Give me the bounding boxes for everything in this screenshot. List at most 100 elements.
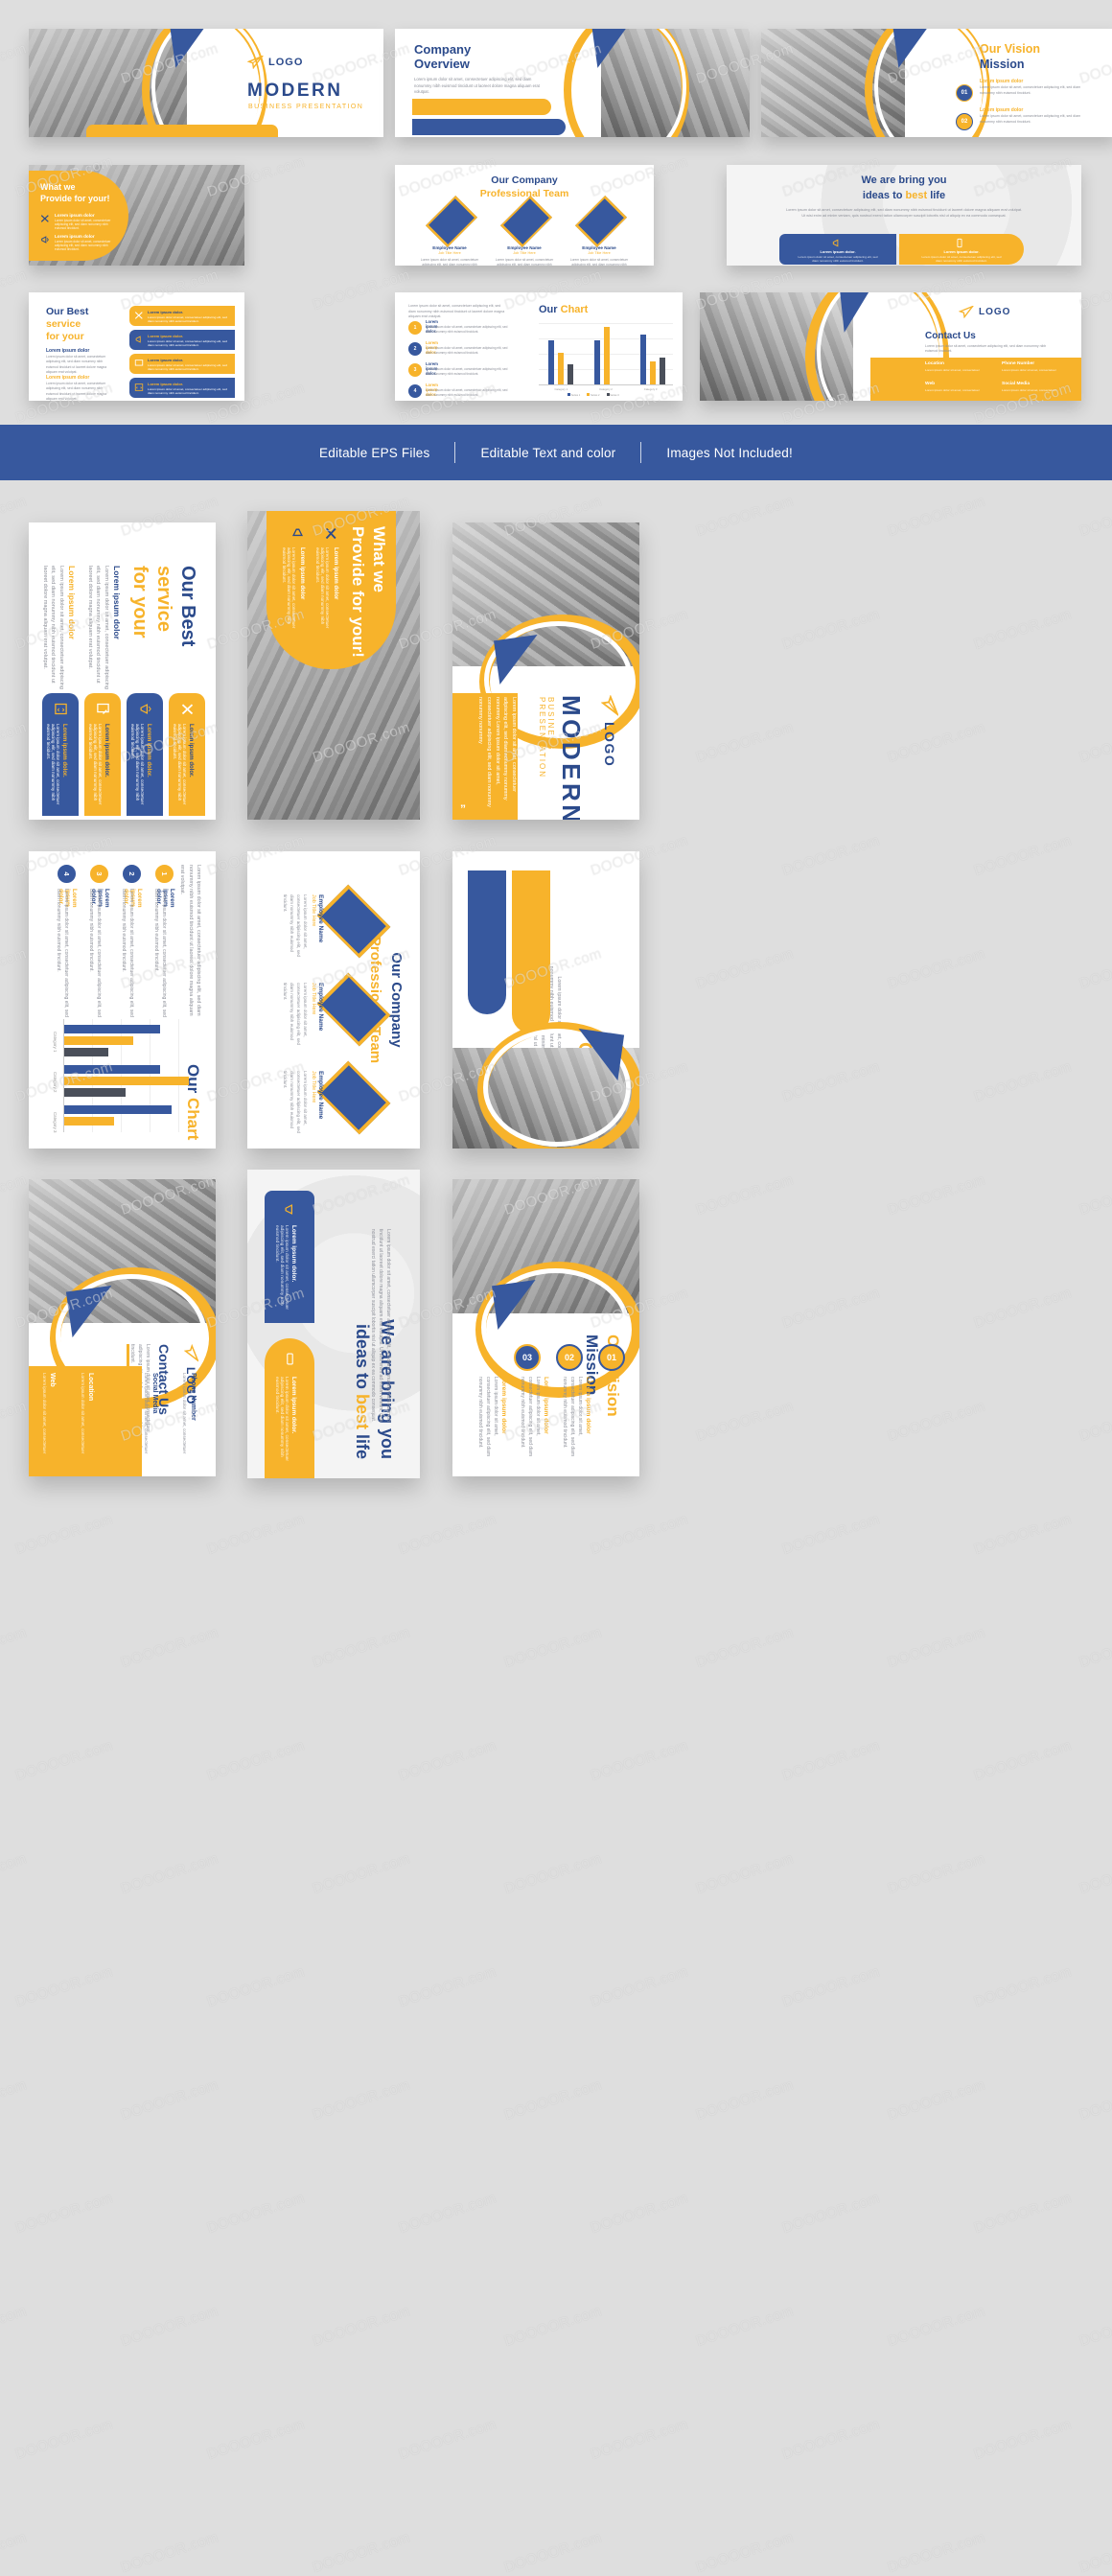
team-member[interactable]: Employee Name Job Title Here Lorem ipsum… bbox=[496, 195, 553, 266]
chart-bar bbox=[568, 364, 573, 384]
preview-card-ideas-best-life[interactable]: We are bring you ideas to best life Lore… bbox=[247, 1170, 420, 1478]
preview-contact-title: Contact Us bbox=[156, 1344, 172, 1415]
idea-card-blue[interactable]: Lorem ipsum dolor. Lorem ipsum dolor sit… bbox=[265, 1191, 314, 1323]
chart-bar bbox=[640, 335, 646, 384]
team-member[interactable] bbox=[316, 972, 391, 1047]
title-part-a: ideas to bbox=[862, 190, 906, 201]
preview-card-best-service[interactable]: Our Best service for your Lorem ipsum do… bbox=[29, 522, 216, 820]
preview-service-bar[interactable]: Lorem ipsum dolor. Lorem ipsum dolor sit… bbox=[84, 693, 121, 816]
chart-bar bbox=[594, 340, 600, 384]
team-member-name: Employee Name bbox=[317, 1071, 324, 1120]
team-member-role: Job Title Here bbox=[311, 983, 316, 1015]
preview-item-heading: Lorem ipsum dolor bbox=[299, 547, 305, 600]
vision-item-body: Lorem ipsum dolor sit amet, consectetuer… bbox=[562, 1377, 584, 1457]
slide-title-line2: service bbox=[46, 318, 81, 330]
step-body: Lorem ipsum dolor sit amet, consectetuer… bbox=[426, 388, 508, 397]
contact-field-label: Social Media bbox=[151, 1373, 158, 1414]
provide-item-heading: Lorem ipsum dolor bbox=[55, 213, 95, 218]
slide-title-line1: Our Best bbox=[46, 306, 89, 317]
contact-field-label: Phone Number bbox=[1002, 361, 1035, 366]
service-bar[interactable]: Lorem ipsum dolor. Lorem ipsum dolor sit… bbox=[129, 330, 235, 350]
monitor-pen-icon bbox=[97, 703, 109, 714]
idea-card-heading: Lorem ipsum dolor. bbox=[290, 1377, 297, 1434]
service-bar[interactable]: Lorem ipsum dolor. Lorem ipsum dolor sit… bbox=[129, 378, 235, 398]
slide-logo: LOGO bbox=[247, 56, 303, 69]
slide-title-line1: Company bbox=[414, 42, 472, 57]
chart-bar bbox=[64, 1048, 108, 1056]
service-bar[interactable]: Lorem ipsum dolor. Lorem ipsum dolor sit… bbox=[129, 306, 235, 326]
preview-body-text: Lorem ipsum dolor sit amet, consectetuer… bbox=[370, 1228, 392, 1423]
slide-title-line1: Our Company bbox=[491, 174, 558, 186]
contact-field-value: Lorem ipsum dolor sit amet, consectetuer bbox=[182, 1373, 187, 1454]
idea-card-yellow[interactable]: Lorem ipsum dolor. Lorem ipsum dolor sit… bbox=[899, 234, 1024, 265]
idea-card-blue[interactable]: Lorem ipsum dolor. Lorem ipsum dolor sit… bbox=[779, 234, 896, 265]
megaphone-icon bbox=[832, 239, 839, 247]
preview-card-company-overview[interactable]: Company Overview Lorem ipsum dolor sit a… bbox=[452, 851, 639, 1149]
chart-bar bbox=[650, 361, 656, 384]
blue-diagonal-decoration bbox=[839, 292, 881, 333]
slide-thumb-what-we-provide[interactable]: What we Provide for your! Lorem ipsum do… bbox=[29, 165, 244, 266]
team-member[interactable]: Employee Name Job Title Here Lorem ipsum… bbox=[421, 195, 478, 266]
vision-number-badge: 01 bbox=[598, 1344, 625, 1371]
preview-chart-intro: Lorem ipsum dolor sit amet, consectetuer… bbox=[179, 865, 201, 1016]
team-member[interactable]: Employee Name Job Title Here Lorem ipsum… bbox=[570, 195, 628, 266]
tools-icon bbox=[40, 215, 49, 222]
team-member-bio: Lorem ipsum dolor sit amet, consectetuer… bbox=[569, 258, 629, 266]
slide-thumb-ideas-best-life[interactable]: We are bring you ideas to best life Lore… bbox=[727, 165, 1081, 266]
service-bar-heading: Lorem ipsum dolor. bbox=[148, 334, 184, 338]
team-member-role: Job Title Here bbox=[438, 251, 461, 255]
slide-thumb-company-overview[interactable]: Company Overview Lorem ipsum dolor sit a… bbox=[395, 29, 750, 137]
slide-thumb-vision-mission[interactable]: Our Vision Mission Lorem ipsum dolor Lor… bbox=[761, 29, 1112, 137]
service-bar-body: Lorem ipsum dolor sit amet, consectetuer… bbox=[148, 315, 227, 323]
vision-number-badge: 02 bbox=[556, 1344, 583, 1371]
slide-thumb-professional-team[interactable]: Our Company Professional Team Employee N… bbox=[395, 165, 654, 266]
preview-card-what-we-provide[interactable]: What we Provide for your! Lorem ipsum do… bbox=[247, 511, 420, 820]
slide-thumb-contact-us[interactable]: LOGO Contact Us Lorem ipsum dolor sit am… bbox=[700, 292, 1081, 401]
slide-title-line1: We are bring you bbox=[861, 174, 947, 186]
slide-thumb-our-chart[interactable]: Lorem ipsum dolor sit amet, consectetuer… bbox=[395, 292, 683, 401]
chart-ytick: Category 2 bbox=[53, 1072, 58, 1093]
megaphone-icon bbox=[285, 1204, 292, 1215]
chart-title: Our Chart bbox=[539, 304, 588, 315]
preview-card-title-slide[interactable]: LOGO MODERN BUSINESS PRESENTATION Lorem … bbox=[452, 522, 639, 820]
preview-card-professional-team[interactable]: Our Company Professional Team Employee N… bbox=[247, 851, 420, 1149]
service-bar[interactable]: Lorem ipsum dolor. Lorem ipsum dolor sit… bbox=[129, 354, 235, 374]
title-part-highlight: best bbox=[905, 190, 928, 201]
team-member[interactable] bbox=[316, 884, 391, 959]
preview-service-bar[interactable]: Lorem ipsum dolor. Lorem ipsum dolor sit… bbox=[42, 693, 79, 816]
preview-section-heading: Lorem ipsum dolor bbox=[112, 566, 122, 639]
preview-section-body: Lorem ipsum dolor sit amet, consectetuer… bbox=[41, 566, 64, 690]
paper-plane-icon bbox=[601, 695, 618, 716]
title-part-c: life bbox=[927, 190, 946, 201]
preview-card-contact-us[interactable]: LOGO Contact Us Lorem ipsum dolor sit am… bbox=[29, 1179, 216, 1476]
step-badge: 1 bbox=[408, 321, 422, 335]
preview-title-line2: service bbox=[153, 566, 174, 632]
paper-plane-icon bbox=[959, 306, 974, 318]
team-member[interactable] bbox=[316, 1060, 391, 1135]
preview-subtitle: BUSINESS PRESENTATION bbox=[538, 697, 555, 779]
slide-body-text: Lorem ipsum dolor sit amet, consectetuer… bbox=[785, 208, 1023, 218]
code-window-icon bbox=[55, 703, 67, 715]
step-body: Lorem ipsum dolor sit amet, consectetuer… bbox=[426, 346, 508, 355]
banner-item-text-color: Editable Text and color bbox=[480, 445, 616, 460]
chart-bar bbox=[64, 1036, 133, 1045]
contact-field-label: Web bbox=[925, 382, 936, 386]
slide-thumb-best-service[interactable]: Our Best service for your Lorem ipsum do… bbox=[29, 292, 244, 401]
team-member-bio: Lorem ipsum dolor sit amet, consectetuer… bbox=[282, 894, 308, 958]
step-body: Lorem ipsum dolor sit amet, consectetuer… bbox=[426, 367, 508, 376]
slide-body-text: Lorem ipsum dolor sit amet, consectetuer… bbox=[414, 77, 540, 94]
service-bar-heading: Lorem ipsum dolor. bbox=[148, 358, 184, 362]
vision-number-badge: 03 bbox=[514, 1344, 541, 1371]
preview-card-our-chart[interactable]: Lorem ipsum dolor sit amet, consectetuer… bbox=[29, 851, 216, 1149]
preview-title-line1: Our Company bbox=[388, 952, 405, 1048]
idea-card-yellow[interactable]: Lorem ipsum dolor. Lorem ipsum dolor sit… bbox=[265, 1338, 314, 1478]
preview-service-bar[interactable]: Lorem ipsum dolor. Lorem ipsum dolor sit… bbox=[169, 693, 205, 816]
monitor-pen-icon bbox=[134, 360, 144, 366]
preview-bar-body: Lorem ipsum dolor sit amet, consectetuer… bbox=[173, 724, 187, 805]
team-member-name: Employee Name bbox=[317, 983, 324, 1032]
slide-thumb-title[interactable]: LOGO MODERN BUSINESS PRESENTATION bbox=[29, 29, 383, 137]
contact-title: Contact Us bbox=[925, 331, 976, 341]
preview-service-bar[interactable]: Lorem ipsum dolor. Lorem ipsum dolor sit… bbox=[127, 693, 163, 816]
preview-card-vision-mission[interactable]: Our Vision Mission 01 Lorem ipsum dolor … bbox=[452, 1179, 639, 1476]
preview-title-line3: for your bbox=[129, 566, 151, 638]
